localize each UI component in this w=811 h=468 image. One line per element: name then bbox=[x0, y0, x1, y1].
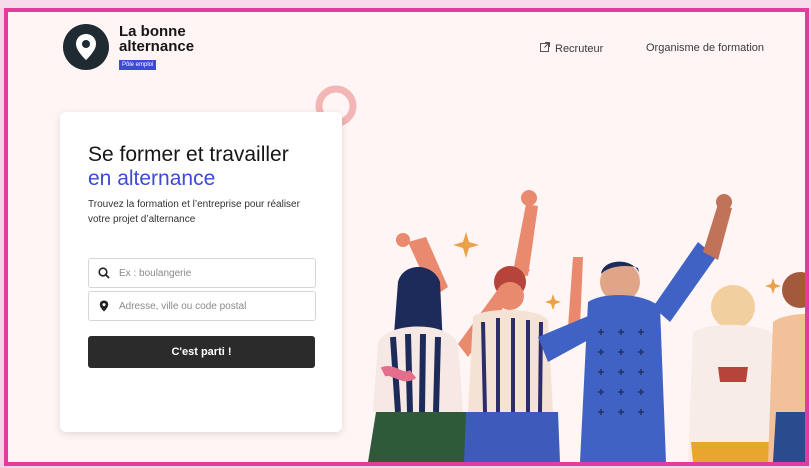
external-link-icon bbox=[540, 42, 550, 55]
logo-text-line2: alternance bbox=[119, 38, 195, 55]
top-strip bbox=[0, 0, 811, 8]
sparkle-icon bbox=[765, 278, 781, 294]
sparkle-icon bbox=[545, 294, 561, 310]
page-subtitle: Trouvez la formation et l’entreprise pou… bbox=[88, 199, 300, 225]
logo-text-line1: La bonne bbox=[119, 23, 186, 40]
location-field[interactable] bbox=[88, 291, 316, 321]
search-card: Se former et travailler en alternance Tr… bbox=[60, 112, 342, 432]
hero-illustration bbox=[368, 190, 805, 462]
logo[interactable]: La bonne alternance Pôle emploi bbox=[63, 24, 194, 70]
page-title-line2: en alternance bbox=[88, 167, 216, 190]
search-icon bbox=[98, 267, 110, 279]
job-search-input[interactable] bbox=[119, 267, 299, 279]
submit-search-button[interactable]: C'est parti ! bbox=[88, 336, 315, 368]
page-title-line1: Se former et travailler bbox=[88, 143, 289, 166]
sparkle-icon bbox=[453, 232, 479, 258]
location-input[interactable] bbox=[119, 300, 299, 312]
nav-link-recruteur[interactable]: Recruteur bbox=[540, 42, 603, 55]
location-pin-icon bbox=[98, 300, 110, 312]
page-frame: La bonne alternance Pôle emploi Recruteu… bbox=[4, 8, 809, 466]
job-search-field[interactable] bbox=[88, 258, 316, 288]
nav-label-recruteur: Recruteur bbox=[555, 42, 604, 55]
nav-link-organisme-formation[interactable]: Organisme de formation bbox=[646, 42, 764, 54]
logo-pin-icon bbox=[63, 24, 109, 70]
logo-badge: Pôle emploi bbox=[119, 60, 157, 70]
